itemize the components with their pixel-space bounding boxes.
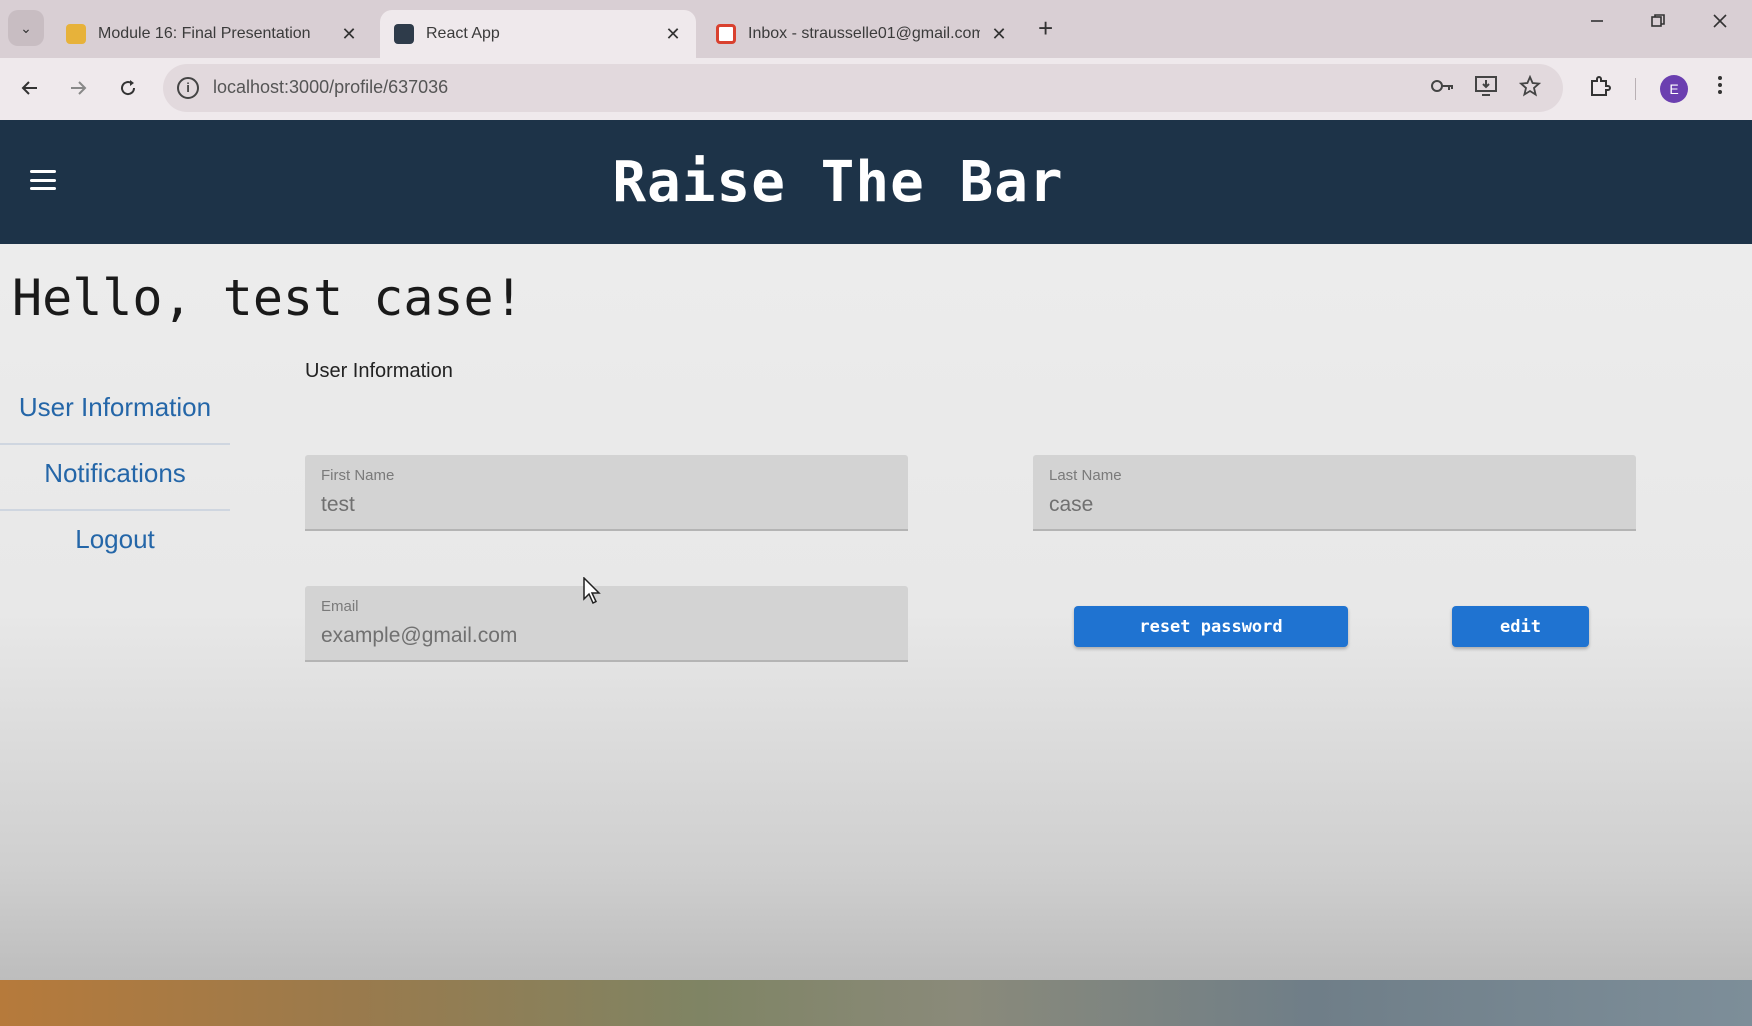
edit-button[interactable]: edit xyxy=(1452,606,1589,647)
close-tab-icon[interactable]: ✕ xyxy=(990,24,1008,45)
back-arrow-icon[interactable] xyxy=(14,72,46,104)
browser-tab-strip: ⌄ Module 16: Final Presentation ✕ React … xyxy=(0,0,1752,58)
install-app-icon[interactable] xyxy=(1474,75,1498,103)
app-title: Raise The Bar xyxy=(612,150,1064,215)
browser-tab-inbox[interactable]: Inbox - strausselle01@gmail.com ✕ xyxy=(702,10,1022,58)
chevron-down-icon: ⌄ xyxy=(20,19,32,36)
email-field[interactable]: Email xyxy=(305,586,908,662)
close-window-icon[interactable] xyxy=(1705,12,1735,35)
last-name-field[interactable]: Last Name xyxy=(1033,455,1636,531)
profile-avatar[interactable]: E xyxy=(1660,75,1688,103)
tab-title: Module 16: Final Presentation xyxy=(98,25,311,42)
reset-password-button[interactable]: reset password xyxy=(1074,606,1348,647)
restore-icon[interactable] xyxy=(1643,12,1673,35)
first-name-field[interactable]: First Name xyxy=(305,455,908,531)
nav-notifications[interactable]: Notifications xyxy=(0,445,230,511)
nav-user-information[interactable]: User Information xyxy=(0,379,230,445)
section-title: User Information xyxy=(305,360,453,382)
tab-title: React App xyxy=(426,25,500,42)
tab-search-button[interactable]: ⌄ xyxy=(8,10,44,46)
gmail-favicon-icon xyxy=(716,24,736,44)
forward-arrow-icon[interactable] xyxy=(62,72,94,104)
email-label: Email xyxy=(321,598,359,615)
address-bar[interactable]: i localhost:3000/profile/637036 xyxy=(163,64,1563,112)
desktop-background-strip xyxy=(0,980,1752,1026)
extensions-puzzle-icon[interactable] xyxy=(1588,74,1612,104)
first-name-label: First Name xyxy=(321,467,395,484)
browser-tab-module16[interactable]: Module 16: Final Presentation ✕ xyxy=(52,10,372,58)
tab-title: Inbox - strausselle01@gmail.com xyxy=(748,25,980,42)
new-tab-button[interactable]: + xyxy=(1038,14,1053,42)
toolbar-divider xyxy=(1635,78,1636,100)
reload-icon[interactable] xyxy=(112,72,144,104)
close-tab-icon[interactable]: ✕ xyxy=(664,24,682,45)
profile-page: Hello, test case! User Information Notif… xyxy=(0,244,1752,980)
first-name-input[interactable] xyxy=(321,493,881,517)
more-options-icon[interactable] xyxy=(1716,74,1724,102)
browser-toolbar: i localhost:3000/profile/637036 E xyxy=(0,58,1752,120)
password-key-icon[interactable] xyxy=(1429,75,1455,103)
bookmark-star-icon[interactable] xyxy=(1518,74,1542,103)
last-name-input[interactable] xyxy=(1049,493,1609,517)
profile-side-nav: User Information Notifications Logout xyxy=(0,379,230,577)
react-favicon-icon xyxy=(394,24,414,44)
greeting-heading: Hello, test case! xyxy=(12,269,524,327)
email-input[interactable] xyxy=(321,624,881,648)
browser-tab-react-app[interactable]: React App ✕ xyxy=(380,10,696,58)
minimize-icon[interactable] xyxy=(1582,12,1612,35)
app-header: Raise The Bar xyxy=(0,120,1752,244)
site-info-icon[interactable]: i xyxy=(177,77,199,99)
last-name-label: Last Name xyxy=(1049,467,1122,484)
slides-favicon-icon xyxy=(66,24,86,44)
url-text[interactable]: localhost:3000/profile/637036 xyxy=(213,77,448,98)
nav-logout[interactable]: Logout xyxy=(0,511,230,577)
mouse-pointer-icon xyxy=(583,576,603,610)
close-tab-icon[interactable]: ✕ xyxy=(340,24,358,45)
